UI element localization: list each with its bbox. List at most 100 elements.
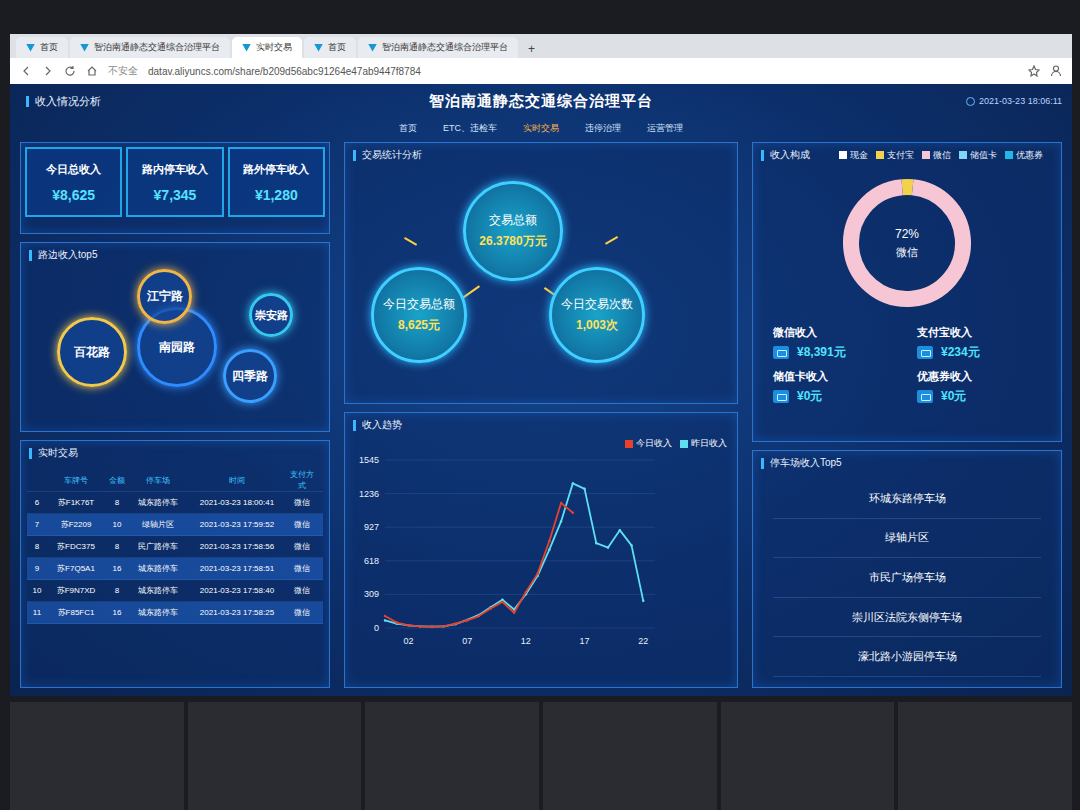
road-bubble: 崇安路 <box>249 293 293 337</box>
legend-label: 优惠券 <box>1016 149 1043 162</box>
table-row[interactable]: 7苏F220910绿轴片区2021-03-23 17:59:52微信 <box>27 514 323 536</box>
income-value: ¥7,345 <box>130 187 219 203</box>
stat-row: ¥0元 <box>773 388 897 405</box>
legend-item: 微信 <box>922 149 951 162</box>
legend-swatch <box>680 440 688 448</box>
browser-tab[interactable]: 首页 <box>16 37 68 58</box>
profile-icon[interactable] <box>1050 65 1062 77</box>
table-row[interactable]: 9苏F7Q5A116城东路停车2021-03-23 17:58:51微信 <box>27 558 323 580</box>
stat-value: ¥8,391元 <box>797 344 846 361</box>
data-point <box>442 625 444 627</box>
data-point <box>431 625 433 627</box>
table-cell: 绿轴片区 <box>129 519 187 530</box>
home-shape <box>88 67 96 75</box>
table-cell: 苏FDC375 <box>47 541 105 552</box>
stat-label: 交易总额 <box>489 212 537 229</box>
income-panel: 今日总收入¥8,625路内停车收入¥7,345路外停车收入¥1,280 <box>20 142 330 234</box>
line-segment <box>420 625 432 627</box>
legend-item: 优惠券 <box>1005 149 1043 162</box>
forward-icon[interactable] <box>42 65 54 77</box>
stats-diagram: 交易总额26.3780万元今日交易总额8,625元今日交易次数1,003次 <box>345 167 737 403</box>
table-cell: 2021-03-23 17:58:51 <box>187 564 287 573</box>
browser-tab[interactable]: 智泊南通静态交通综合治理平台 <box>358 37 518 58</box>
left-column: 今日总收入¥8,625路内停车收入¥7,345路外停车收入¥1,280路边收入t… <box>20 142 330 688</box>
data-point <box>396 621 398 623</box>
line-segment <box>561 503 573 513</box>
parking-item: 市民广场停车场 <box>773 558 1041 598</box>
nav-item[interactable]: 首页 <box>397 121 419 136</box>
connector-line <box>404 237 417 246</box>
x-tick: 07 <box>462 636 472 646</box>
series-line <box>384 502 574 628</box>
nav-item[interactable]: 实时交易 <box>521 121 561 136</box>
line-segment <box>455 620 467 623</box>
legend-label: 支付宝 <box>887 149 914 162</box>
legend-label: 昨日收入 <box>691 437 727 450</box>
title-accent <box>29 448 32 459</box>
nav-item[interactable]: 违停治理 <box>583 121 623 136</box>
security-label: 不安全 <box>108 64 138 78</box>
dashboard: 收入情况分析智泊南通静态交通综合治理平台首页ETC、违检车实时交易违停治理运营管… <box>10 84 1072 696</box>
grid-line <box>385 493 655 494</box>
table-row[interactable]: 6苏F1K76T8城东路停车2021-03-23 18:00:41微信 <box>27 492 323 514</box>
nav-item[interactable]: ETC、违检车 <box>441 121 499 136</box>
dashboard-title: 智泊南通静态交通综合治理平台 <box>340 90 742 111</box>
browser-tab[interactable]: 智泊南通静态交通综合治理平台 <box>70 37 230 58</box>
panel-title: 交易统计分析 <box>345 143 737 167</box>
stat-row: ¥234元 <box>917 344 1041 361</box>
header-center: 智泊南通静态交通综合治理平台首页 ETC、违检车 实时交易 违停治理 运营管理 <box>340 90 742 136</box>
home-icon[interactable] <box>86 65 98 77</box>
grid-line <box>385 560 655 561</box>
new-tab-button[interactable]: + <box>520 40 543 58</box>
table-cell: 城东路停车 <box>129 497 187 508</box>
panel-title: 收入趋势 <box>345 413 737 437</box>
stats-panel: 交易统计分析交易总额26.3780万元今日交易总额8,625元今日交易次数1,0… <box>344 142 738 404</box>
data-point <box>630 544 632 546</box>
title-accent <box>761 150 764 161</box>
datav-icon <box>314 44 323 52</box>
y-tick: 1236 <box>359 489 379 499</box>
percent-value: 72 <box>895 227 908 241</box>
tab-label: 首页 <box>40 41 58 54</box>
table-cell: 2021-03-23 17:59:52 <box>187 520 287 529</box>
data-point <box>431 625 433 627</box>
table-row[interactable]: 10苏F9N7XD8城东路停车2021-03-23 17:58:40微信 <box>27 580 323 602</box>
data-point <box>583 488 585 490</box>
line-segment <box>526 576 538 594</box>
column-header: 金额 <box>105 475 129 486</box>
data-point <box>572 482 574 484</box>
nav-item[interactable]: 运营管理 <box>645 121 685 136</box>
grid-line <box>385 527 655 528</box>
favorites-icon[interactable] <box>1028 65 1040 77</box>
table-cell: 16 <box>105 564 129 573</box>
reload-icon[interactable] <box>64 65 76 77</box>
datav-icon <box>368 44 377 52</box>
table-row[interactable]: 11苏F85FC116城东路停车2021-03-23 17:58:25微信 <box>27 602 323 624</box>
stat-value: 26.3780万元 <box>479 233 546 250</box>
browser-window: 首页智泊南通静态交通综合治理平台实时交易首页智泊南通静态交通综合治理平台+不安全… <box>10 34 1072 84</box>
table-cell: 8 <box>105 498 129 507</box>
line-segment <box>432 625 444 627</box>
table-cell: 8 <box>105 586 129 595</box>
url-field[interactable]: datav.aliyuncs.com/share/b209d56abc91264… <box>148 66 1018 77</box>
title-accent <box>26 96 29 107</box>
table-row[interactable]: 8苏FDC3758民广路停车2021-03-23 17:58:56微信 <box>27 536 323 558</box>
wall-tile <box>365 702 539 810</box>
column-header: 时间 <box>187 475 287 486</box>
stat-value: ¥0元 <box>941 388 966 405</box>
parking-item: 崇川区法院东侧停车场 <box>773 598 1041 638</box>
stat-label: 微信收入 <box>773 325 897 340</box>
panel-title-text: 交易统计分析 <box>362 148 422 162</box>
browser-tab[interactable]: 首页 <box>304 37 356 58</box>
stat-label: 今日交易总额 <box>383 296 455 313</box>
datav-icon <box>80 44 89 52</box>
table-cell: 城东路停车 <box>129 607 187 618</box>
back-icon[interactable] <box>20 65 32 77</box>
browser-tab[interactable]: 实时交易 <box>232 37 302 58</box>
table-cell: 城东路停车 <box>129 563 187 574</box>
top5-roads-panel: 路边收入top5南园路百花路江宁路崇安路四季路 <box>20 242 330 432</box>
title-accent <box>761 458 764 469</box>
composition-stat: 支付宝收入¥234元 <box>917 325 1041 361</box>
table-cell: 6 <box>27 498 47 507</box>
line-segment <box>420 625 432 627</box>
